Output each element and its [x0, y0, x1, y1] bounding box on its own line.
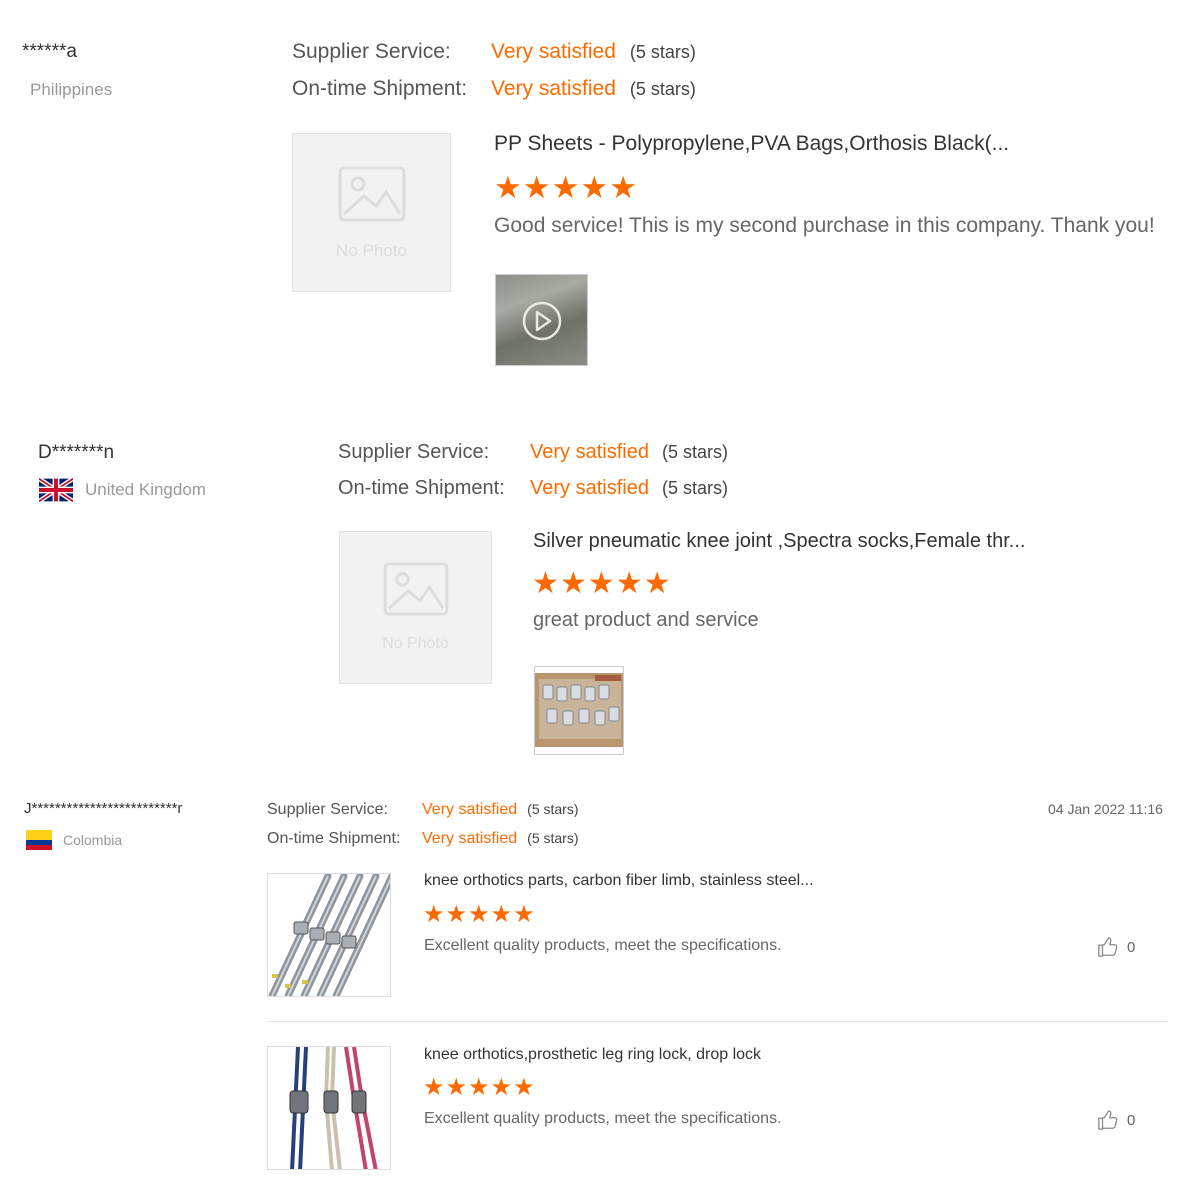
rating-value: Very satisfied [530, 477, 649, 499]
rating-stars-text: (5 stars) [661, 478, 728, 498]
star-icon: ★ [445, 1074, 469, 1101]
star-icon: ★ [423, 901, 446, 928]
rating-stars-text: (5 stars) [527, 830, 579, 846]
star-icon: ★ [551, 170, 581, 205]
play-icon [522, 301, 562, 341]
rating-stars-text: (5 stars) [629, 42, 696, 62]
review-photo-thumbnail[interactable] [534, 666, 624, 755]
product-image[interactable] [267, 1046, 391, 1170]
review-video-thumbnail[interactable] [495, 274, 588, 366]
shipment-rating: On-time Shipment: Very satisfied (5 star… [338, 477, 728, 500]
buyer-country: United Kingdom [39, 478, 206, 502]
rating-label: Supplier Service: [338, 441, 490, 463]
uk-flag-icon [39, 478, 73, 502]
star-icon: ★ [522, 170, 552, 205]
rating-value: Very satisfied [530, 441, 649, 463]
star-icon: ★ [615, 567, 644, 600]
star-icon: ★ [490, 1074, 514, 1101]
image-placeholder-icon [338, 166, 405, 222]
like-count: 0 [1127, 1111, 1136, 1129]
rating-stars-text: (5 stars) [629, 79, 696, 99]
rating-label: Supplier Service: [292, 40, 451, 63]
star-icon: ★ [494, 170, 523, 205]
like-count: 0 [1127, 938, 1136, 956]
product-image-placeholder[interactable]: No Photo [292, 133, 451, 292]
star-icon: ★ [559, 567, 588, 600]
buyer-name: J*************************r [24, 800, 183, 817]
rating-label: On-time Shipment: [267, 830, 401, 847]
buyer-name: ******a [22, 41, 77, 62]
review-date: 04 Jan 2022 11:16 [1048, 801, 1163, 817]
star-icon: ★ [423, 1074, 446, 1101]
country-label: Colombia [63, 832, 123, 848]
star-icon: ★ [587, 567, 616, 600]
star-icon: ★ [532, 567, 560, 600]
buyer-country: Philippines [30, 80, 112, 100]
star-rating: ★ ★ ★ ★ ★ [423, 1073, 536, 1102]
rating-value: Very satisfied [422, 830, 518, 847]
packaged-parts-photo [535, 673, 623, 754]
shipment-rating: On-time Shipment: Very satisfied (5 star… [267, 830, 579, 848]
no-photo-text: No Photo [382, 635, 449, 652]
star-icon: ★ [580, 170, 610, 205]
product-title[interactable]: Silver pneumatic knee joint ,Spectra soc… [533, 530, 1025, 553]
star-icon: ★ [468, 901, 491, 928]
star-rating: ★ ★ ★ ★ ★ [532, 566, 672, 601]
knee-parts-photo [268, 874, 390, 996]
star-icon: ★ [643, 567, 672, 600]
review-comment: Excellent quality products, meet the spe… [424, 937, 782, 954]
image-placeholder-icon [383, 562, 448, 616]
supplier-service-rating: Supplier Service: Very satisfied (5 star… [292, 40, 696, 64]
product-title[interactable]: knee orthotics parts, carbon fiber limb,… [424, 872, 814, 890]
star-rating: ★ ★ ★ ★ ★ [494, 170, 638, 206]
star-icon: ★ [445, 901, 469, 928]
star-rating: ★ ★ ★ ★ ★ [423, 900, 536, 929]
review-comment: Excellent quality products, meet the spe… [424, 1110, 782, 1127]
rating-label: On-time Shipment: [292, 77, 468, 100]
rating-value: Very satisfied [422, 801, 518, 818]
review-comment: great product and service [533, 609, 759, 631]
rating-stars-text: (5 stars) [527, 801, 579, 817]
product-image-placeholder[interactable]: No Photo [339, 531, 492, 684]
rating-label: Supplier Service: [267, 801, 388, 818]
rating-stars-text: (5 stars) [661, 442, 728, 462]
product-title[interactable]: knee orthotics,prosthetic leg ring lock,… [424, 1046, 761, 1064]
product-title[interactable]: PP Sheets - Polypropylene,PVA Bags,Ortho… [494, 132, 1009, 156]
like-button[interactable]: 0 [1097, 1109, 1135, 1131]
shipment-rating: On-time Shipment: Very satisfied (5 star… [292, 77, 696, 101]
ring-lock-photo [289, 1047, 378, 1169]
review-comment: Good service! This is my second purchase… [494, 214, 1155, 237]
buyer-name: D*******n [38, 442, 115, 463]
rating-value: Very satisfied [491, 77, 616, 100]
rating-label: On-time Shipment: [338, 477, 505, 499]
colombia-flag-icon [26, 830, 52, 850]
no-photo-text: No Photo [336, 241, 407, 260]
buyer-country: Colombia [26, 830, 122, 850]
star-icon: ★ [513, 1074, 536, 1101]
thumbs-up-icon [1098, 937, 1118, 957]
star-icon: ★ [468, 1074, 491, 1101]
thumbs-up-icon [1098, 1110, 1118, 1130]
country-label: Philippines [30, 80, 113, 99]
supplier-service-rating: Supplier Service: Very satisfied (5 star… [267, 801, 579, 819]
product-divider [267, 1021, 1167, 1022]
star-icon: ★ [609, 170, 638, 205]
country-label: United Kingdom [85, 480, 206, 499]
like-button[interactable]: 0 [1097, 936, 1135, 958]
rating-value: Very satisfied [491, 40, 616, 63]
supplier-service-rating: Supplier Service: Very satisfied (5 star… [338, 441, 728, 464]
star-icon: ★ [490, 901, 514, 928]
product-image[interactable] [267, 873, 391, 997]
star-icon: ★ [513, 901, 536, 928]
